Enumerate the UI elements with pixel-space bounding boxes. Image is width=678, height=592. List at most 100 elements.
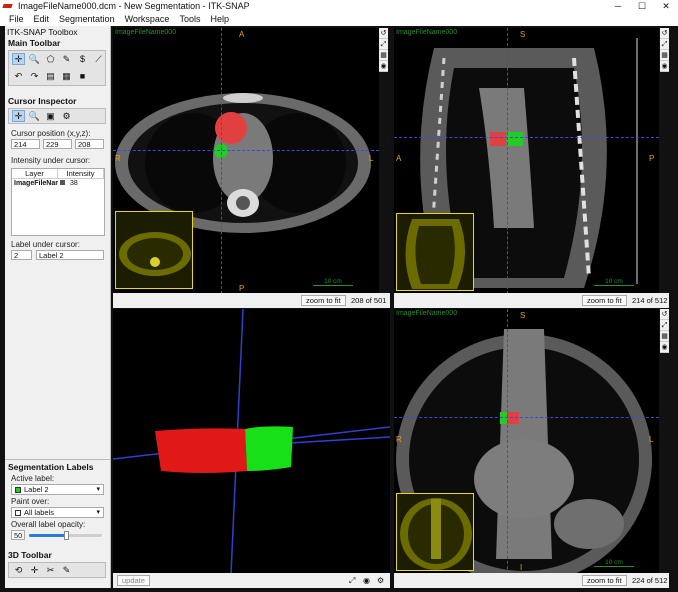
label-editor-icon[interactable]: ▦ (60, 70, 73, 82)
axial-thumbnail[interactable] (115, 211, 193, 289)
rotate-3d-icon[interactable]: ⟲ (12, 564, 25, 576)
menu-workspace[interactable]: Workspace (120, 14, 175, 24)
minimize-button[interactable]: ─ (606, 0, 630, 12)
intensity-value: 38 (58, 179, 104, 189)
zoom-tool-icon[interactable]: 🔍 (28, 53, 41, 65)
axial-side-buttons: ↺ ⤢ ▦ ◉ (379, 28, 388, 72)
layer-swatch-icon (60, 180, 65, 185)
sagittal-reset-icon[interactable]: ↺ (660, 28, 669, 39)
table-row[interactable]: ImageFileNam... 38 (12, 179, 104, 189)
window-title: ImageFileName000.dcm - New Segmentation … (18, 1, 250, 11)
coronal-expand-icon[interactable]: ⤢ (660, 320, 669, 331)
sagittal-orient-top: S (520, 30, 526, 39)
axial-expand-icon[interactable]: ⤢ (379, 39, 388, 50)
inspector-toolbar: ✛ 🔍 ▣ ⚙ (8, 108, 106, 124)
sagittal-orient-right: P (649, 154, 655, 163)
gear-icon[interactable]: ⚙ (60, 110, 73, 122)
coronal-camera-icon[interactable]: ◉ (660, 342, 669, 353)
axial-camera-icon[interactable]: ◉ (379, 61, 388, 72)
scalpel-icon[interactable]: ✂ (44, 564, 57, 576)
axial-view[interactable]: ImageFileName000 A R L P 10 cm (113, 28, 379, 294)
menu-tools[interactable]: Tools (174, 14, 205, 24)
spray-paint-icon[interactable]: ✎ (60, 564, 73, 576)
opacity-slider-handle[interactable] (63, 531, 69, 540)
axial-orient-left: R (115, 154, 121, 163)
axial-grid-icon[interactable]: ▦ (379, 50, 388, 61)
coronal-image-name: ImageFileName000 (396, 310, 458, 317)
label-under-cursor-label: Label under cursor: (11, 240, 80, 249)
cursor-z-field[interactable]: 208 (75, 139, 104, 149)
polygon-tool-icon[interactable]: ⬠ (44, 53, 57, 65)
menu-bar: File Edit Segmentation Workspace Tools H… (0, 12, 678, 26)
label-id-field: 2 (11, 250, 32, 260)
redo-icon[interactable]: ↷ (28, 70, 41, 82)
opacity-slider[interactable] (29, 531, 102, 540)
title-bar: ImageFileName000.dcm - New Segmentation … (0, 0, 678, 12)
grid-inspector-icon[interactable]: ▣ (44, 110, 57, 122)
segmentation-labels-heading: Segmentation Labels (8, 462, 94, 472)
label-name-field: Label 2 (36, 250, 104, 260)
axial-slice-counter: 208 of 501 (351, 296, 387, 305)
active-label-caption: Active label: (11, 474, 55, 483)
render-3d-expand-icon[interactable]: ⤢ (349, 576, 355, 586)
menu-segmentation[interactable]: Segmentation (54, 14, 120, 24)
paint-over-icon (15, 509, 21, 516)
menu-edit[interactable]: Edit (29, 14, 55, 24)
paintbrush-tool-icon[interactable]: ✎ (60, 53, 73, 65)
coronal-side-buttons: ↺ ⤢ ▦ ◉ (660, 309, 669, 353)
close-button[interactable]: ✕ (654, 0, 678, 12)
undo-icon[interactable]: ↶ (12, 70, 25, 82)
coronal-orient-left: R (396, 435, 402, 444)
maximize-button[interactable]: ☐ (630, 0, 654, 12)
sagittal-slice-counter: 214 of 512 (632, 296, 668, 305)
chevron-down-icon: ▾ (96, 486, 100, 493)
render-3d-image (113, 309, 390, 574)
update-button[interactable]: update (117, 575, 150, 586)
coronal-grid-icon[interactable]: ▦ (660, 331, 669, 342)
sagittal-scale-bar: 10 cm (594, 278, 634, 286)
sagittal-thumbnail[interactable] (396, 213, 474, 291)
itksnap-logo-icon (2, 1, 14, 11)
coronal-reset-icon[interactable]: ↺ (660, 309, 669, 320)
intensity-table: Layer Intensity ImageFileNam... 38 (11, 168, 105, 236)
segment-3d-icon[interactable]: ■ (76, 70, 89, 82)
sagittal-side-buttons: ↺ ⤢ ▦ ◉ (660, 28, 669, 72)
annotation-tool-icon[interactable]: ⟋ (92, 53, 105, 65)
cursor-y-field[interactable]: 229 (43, 139, 72, 149)
opacity-field[interactable]: 50 (11, 530, 25, 540)
opacity-slider-fill (29, 534, 66, 537)
crosshair-3d-icon[interactable]: ✛ (28, 564, 41, 576)
paint-over-caption: Paint over: (11, 497, 50, 506)
sagittal-view[interactable]: ImageFileName000 S A P 10 cm (394, 28, 659, 294)
zoom-inspector-icon[interactable]: 🔍 (28, 110, 41, 122)
render-3d-view[interactable] (113, 309, 390, 574)
active-label-select[interactable]: Label 2 ▾ (11, 484, 104, 495)
axial-reset-icon[interactable]: ↺ (379, 28, 388, 39)
menu-help[interactable]: Help (205, 14, 234, 24)
sagittal-grid-icon[interactable]: ▦ (660, 50, 669, 61)
axial-footer: zoom to fit 208 of 501 (113, 293, 390, 308)
cursor-inspector-icon[interactable]: ✛ (12, 110, 25, 122)
layers-icon[interactable]: ▤ (44, 70, 57, 82)
snake-tool-icon[interactable]: $ (76, 53, 89, 65)
opacity-caption: Overall label opacity: (11, 520, 86, 529)
crosshair-tool-icon[interactable]: ✛ (12, 53, 25, 65)
chevron-down-icon: ▾ (96, 509, 100, 516)
table-header-layer: Layer (12, 169, 58, 178)
axial-scale-bar: 10 cm (313, 278, 353, 286)
axial-zoom-to-fit-button[interactable]: zoom to fit (301, 295, 346, 306)
coronal-thumbnail[interactable] (396, 493, 474, 571)
sagittal-camera-icon[interactable]: ◉ (660, 61, 669, 72)
toolbar-3d: ⟲ ✛ ✂ ✎ (8, 562, 106, 578)
render-3d-gear-icon[interactable]: ⚙ (377, 576, 384, 585)
cursor-x-field[interactable]: 214 (11, 139, 40, 149)
render-3d-camera-icon[interactable]: ◉ (363, 576, 370, 585)
coronal-zoom-to-fit-button[interactable]: zoom to fit (582, 575, 627, 586)
coronal-view[interactable]: ImageFileName000 S R L I 10 cm (394, 309, 659, 574)
coronal-footer: zoom to fit 224 of 512 (394, 573, 669, 588)
paint-over-select[interactable]: All labels ▾ (11, 507, 104, 518)
axial-orient-right: L (369, 154, 374, 163)
menu-file[interactable]: File (4, 14, 29, 24)
sagittal-zoom-to-fit-button[interactable]: zoom to fit (582, 295, 627, 306)
sagittal-expand-icon[interactable]: ⤢ (660, 39, 669, 50)
